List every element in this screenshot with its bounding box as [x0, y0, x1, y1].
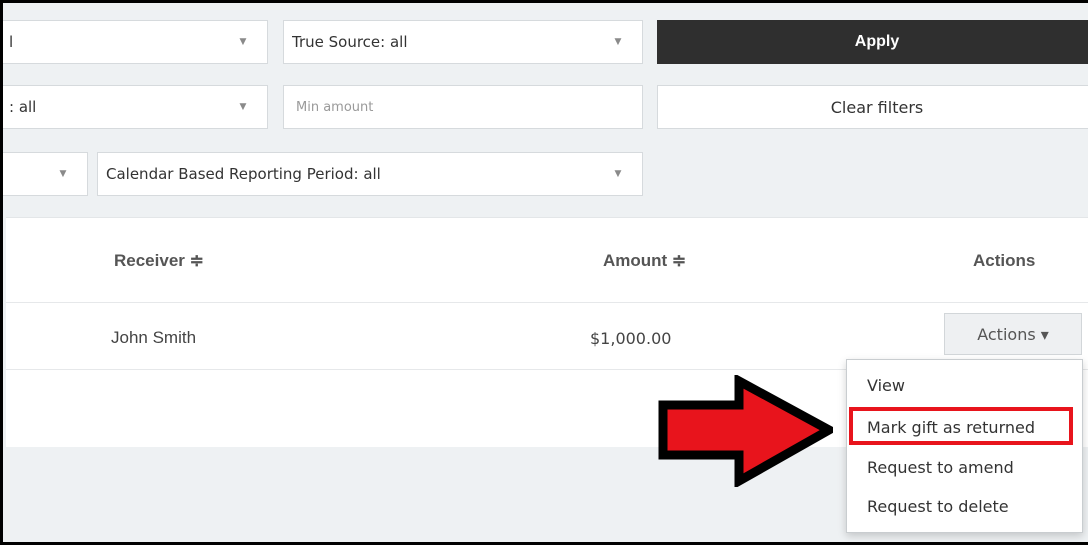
- highlight-box: [849, 407, 1073, 445]
- menu-item-view[interactable]: View: [867, 376, 905, 395]
- true-source-select-value: True Source: all: [292, 33, 408, 51]
- clear-filters-button[interactable]: Clear filters: [657, 85, 1088, 129]
- filter-select-row2-left-value: : all: [9, 98, 37, 116]
- reporting-period-select-value: Calendar Based Reporting Period: all: [106, 165, 381, 183]
- reporting-period-select[interactable]: Calendar Based Reporting Period: all ▼: [97, 152, 643, 196]
- caret-down-icon: ▼: [59, 169, 67, 179]
- column-header-receiver[interactable]: Receiver ≑: [114, 251, 204, 271]
- red-arrow-annotation: [658, 375, 833, 487]
- filter-select-row2-left[interactable]: : all ▼: [3, 85, 268, 129]
- menu-item-request-amend[interactable]: Request to amend: [867, 458, 1014, 477]
- min-amount-placeholder: Min amount: [296, 99, 374, 115]
- column-header-amount[interactable]: Amount ≑: [603, 251, 686, 271]
- cell-amount: $1,000.00: [590, 329, 672, 348]
- column-header-actions: Actions: [973, 251, 1036, 270]
- caret-down-icon: ▼: [239, 37, 247, 47]
- actions-dropdown-button[interactable]: Actions ▾: [944, 313, 1082, 355]
- filter-select-row3-left[interactable]: ▼: [3, 152, 88, 196]
- actions-menu: View Mark gift as returned Request to am…: [846, 359, 1083, 533]
- min-amount-input[interactable]: Min amount: [283, 85, 643, 129]
- menu-item-request-delete[interactable]: Request to delete: [867, 497, 1009, 516]
- caret-down-icon: ▼: [614, 37, 622, 47]
- filter-select-row1-left-value: l: [9, 33, 14, 51]
- caret-down-icon: ▼: [239, 102, 247, 112]
- apply-button[interactable]: Apply: [657, 20, 1088, 64]
- caret-down-icon: ▼: [614, 169, 622, 179]
- filter-panel: l ▼ True Source: all ▼ Apply : all ▼ Min…: [0, 0, 1088, 545]
- filter-select-row1-left[interactable]: l ▼: [3, 20, 268, 64]
- true-source-select[interactable]: True Source: all ▼: [283, 20, 643, 64]
- header-divider: [6, 302, 1088, 303]
- cell-receiver: John Smith: [111, 328, 197, 347]
